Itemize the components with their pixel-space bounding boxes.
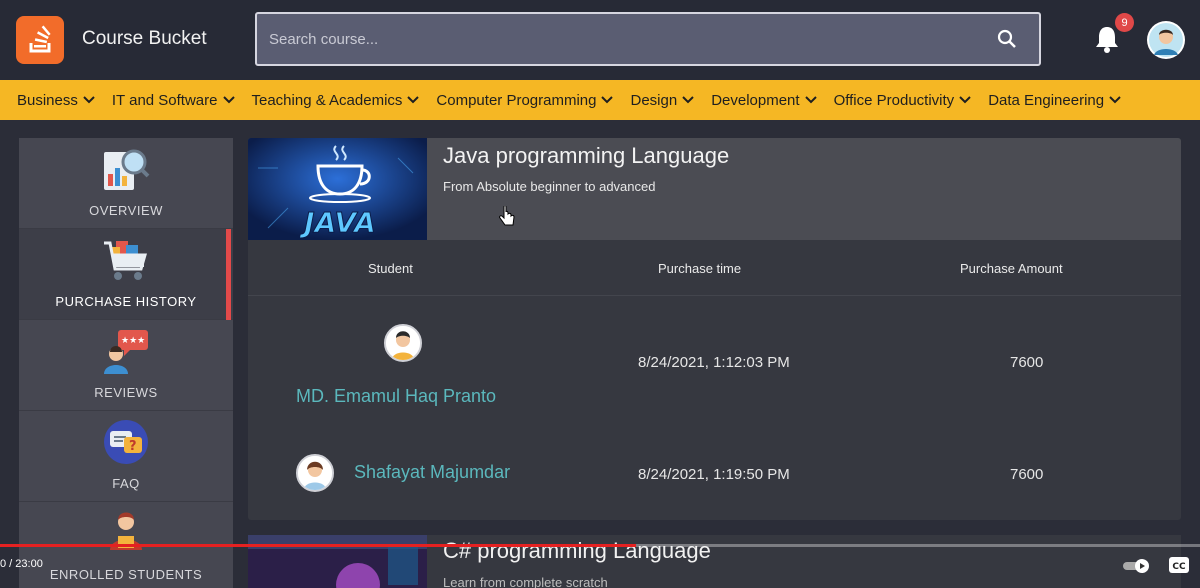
purchase-amount: 7600 bbox=[1010, 354, 1044, 371]
video-time: 0 / 23:00 bbox=[0, 558, 43, 570]
course-thumbnail[interactable]: JAVA bbox=[248, 138, 427, 240]
closed-captions-icon[interactable]: CC bbox=[1168, 556, 1190, 579]
reviews-icon: ★★★ bbox=[102, 328, 150, 379]
sidebar-item-label: FAQ bbox=[112, 476, 140, 491]
chevron-down-icon bbox=[959, 96, 971, 104]
course-subtitle: Learn from complete scratch bbox=[443, 575, 608, 588]
course-card-header[interactable]: JAVA Java programming Language From Abso… bbox=[248, 138, 1181, 240]
category-office-productivity[interactable]: Office Productivity bbox=[834, 92, 972, 109]
hand-cursor-icon bbox=[499, 205, 515, 233]
chevron-down-icon bbox=[407, 96, 420, 104]
purchase-time: 8/24/2021, 1:12:03 PM bbox=[638, 354, 790, 371]
java-thumbnail-text: JAVA bbox=[299, 206, 376, 239]
category-data-engineering[interactable]: Data Engineering bbox=[988, 92, 1121, 109]
video-progress-bar[interactable] bbox=[0, 544, 1200, 547]
brand-name[interactable]: Course Bucket bbox=[82, 28, 207, 50]
course-card: JAVA Java programming Language From Abso… bbox=[248, 138, 1181, 520]
column-header-student: Student bbox=[368, 261, 413, 276]
category-design[interactable]: Design bbox=[630, 92, 694, 109]
category-business[interactable]: Business bbox=[17, 92, 95, 109]
category-computer-programming[interactable]: Computer Programming bbox=[436, 92, 614, 109]
sidebar-item-label: OVERVIEW bbox=[89, 203, 163, 218]
sidebar-item-faq[interactable]: ? FAQ bbox=[19, 411, 233, 502]
student-avatar[interactable] bbox=[296, 454, 334, 492]
enrolled-students-icon bbox=[102, 510, 150, 561]
student-avatar[interactable] bbox=[384, 324, 422, 362]
chevron-down-icon bbox=[601, 96, 614, 104]
sidebar-item-overview[interactable]: OVERVIEW bbox=[19, 138, 233, 229]
course-subtitle: From Absolute beginner to advanced bbox=[443, 179, 656, 194]
svg-text:?: ? bbox=[129, 439, 137, 454]
sidebar-item-label: ENROLLED STUDENTS bbox=[49, 567, 203, 582]
chevron-down-icon bbox=[682, 96, 694, 104]
video-progress-fill bbox=[0, 544, 636, 547]
svg-text:CC: CC bbox=[1172, 562, 1186, 572]
category-it-software[interactable]: IT and Software bbox=[112, 92, 235, 109]
dashboard-sidebar: OVERVIEW PURCHASE HISTORY ★★★ REVIEWS ? … bbox=[19, 138, 233, 588]
course-thumbnail[interactable] bbox=[248, 535, 427, 588]
sidebar-item-label: PURCHASE HISTORY bbox=[55, 294, 197, 309]
search-input[interactable] bbox=[269, 14, 969, 64]
student-name[interactable]: MD. Emamul Haq Pranto bbox=[296, 386, 496, 407]
autoplay-toggle-icon[interactable] bbox=[1122, 558, 1152, 579]
header-divider bbox=[248, 295, 1181, 296]
search-box[interactable] bbox=[255, 12, 1041, 66]
overview-chart-icon bbox=[102, 146, 150, 197]
purchase-time: 8/24/2021, 1:19:50 PM bbox=[638, 466, 790, 483]
notification-count-badge: 9 bbox=[1115, 13, 1134, 32]
faq-icon: ? bbox=[102, 419, 150, 470]
top-header: Course Bucket 9 bbox=[0, 0, 1200, 80]
category-development[interactable]: Development bbox=[711, 92, 817, 109]
sidebar-item-label: REVIEWS bbox=[94, 385, 158, 400]
student-name[interactable]: Shafayat Majumdar bbox=[354, 462, 510, 483]
chevron-down-icon bbox=[83, 96, 95, 104]
shopping-cart-icon bbox=[102, 237, 150, 288]
course-card: C# programming Language Learn from compl… bbox=[248, 535, 1181, 588]
chevron-down-icon bbox=[1109, 96, 1121, 104]
course-title[interactable]: Java programming Language bbox=[443, 143, 729, 169]
chevron-down-icon bbox=[804, 96, 817, 104]
category-teaching-academics[interactable]: Teaching & Academics bbox=[252, 92, 420, 109]
search-icon[interactable] bbox=[997, 29, 1017, 54]
chevron-down-icon bbox=[222, 96, 235, 104]
course-title[interactable]: C# programming Language bbox=[443, 538, 711, 564]
user-avatar[interactable] bbox=[1147, 21, 1185, 59]
sidebar-item-reviews[interactable]: ★★★ REVIEWS bbox=[19, 320, 233, 411]
notification-bell-icon[interactable] bbox=[1093, 24, 1121, 59]
svg-text:★★★: ★★★ bbox=[121, 336, 145, 346]
purchase-amount: 7600 bbox=[1010, 466, 1044, 483]
course-bucket-logo-icon[interactable] bbox=[16, 16, 64, 64]
category-nav: Business IT and Software Teaching & Acad… bbox=[0, 80, 1200, 120]
sidebar-item-purchase-history[interactable]: PURCHASE HISTORY bbox=[19, 229, 233, 320]
column-header-purchase-time: Purchase time bbox=[658, 261, 742, 276]
column-header-purchase-amount: Purchase Amount bbox=[960, 261, 1063, 276]
